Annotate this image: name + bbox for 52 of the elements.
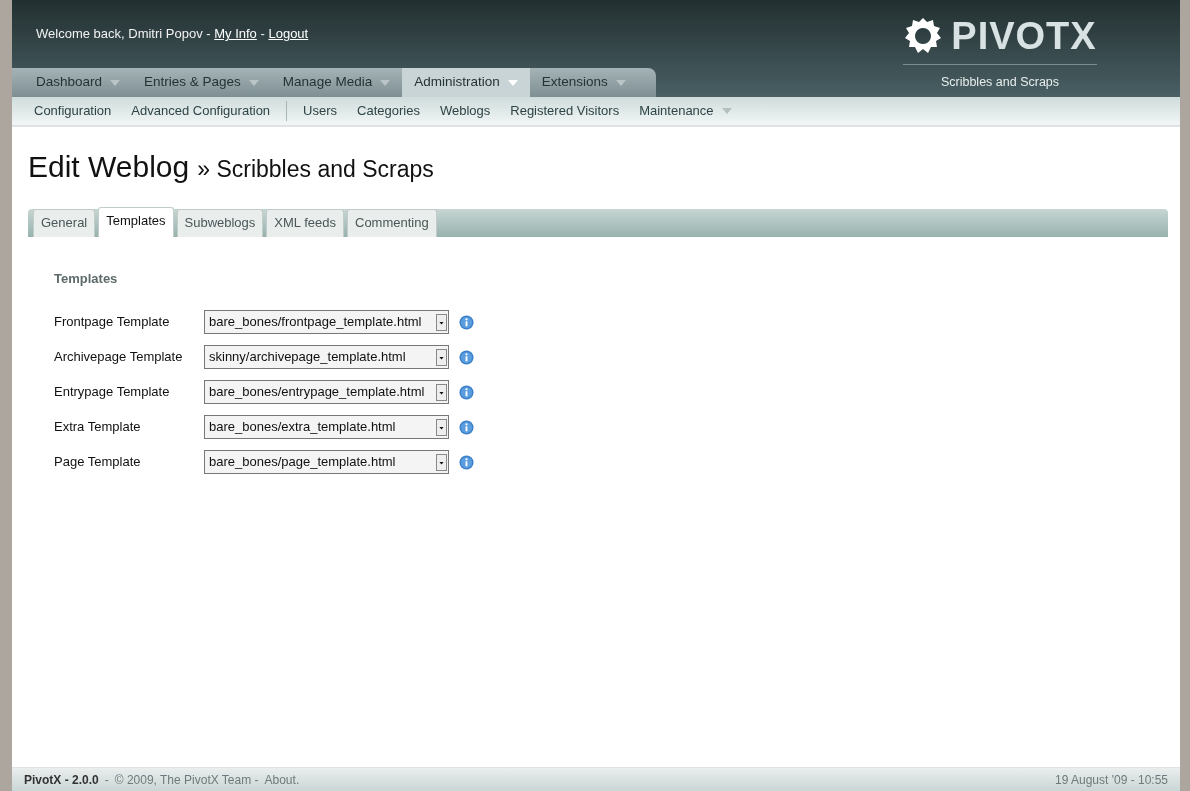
sub-nav-link[interactable]: Weblogs: [429, 101, 501, 121]
version-text: PivotX - 2.0.0: [24, 771, 99, 789]
template-select[interactable]: skinny/archivepage_template.html: [204, 345, 449, 369]
dropdown-arrow-icon: [615, 79, 626, 86]
dropdown-arrow-icon: [721, 108, 732, 114]
template-select[interactable]: bare_bones/page_template.html: [204, 450, 449, 474]
dropdown-arrow-icon: [248, 79, 259, 86]
welcome-text: Welcome back, Dmitri Popov -: [36, 26, 211, 41]
separator-text: -: [104, 771, 109, 789]
sub-nav-link[interactable]: Maintenance: [629, 101, 742, 121]
separator-text: -: [260, 26, 265, 41]
nav-tab[interactable]: Extensions: [529, 68, 638, 97]
field-label: Entrypage Template: [54, 383, 171, 402]
sub-nav-link[interactable]: Advanced Configuration: [121, 101, 288, 121]
page-title: Edit Weblog: [28, 149, 190, 185]
info-icon[interactable]: [459, 385, 474, 401]
sub-nav-link[interactable]: Users: [293, 101, 348, 121]
field-label: Frontpage Template: [54, 313, 171, 332]
nav-tab[interactable]: Administration: [402, 68, 530, 97]
date-text: 19 August '09 - 10:55: [1054, 771, 1168, 789]
field-label: Page Template: [54, 453, 142, 472]
page-subtitle: » Scribbles and Scraps: [197, 155, 434, 184]
dropdown-arrow-icon: [507, 79, 518, 86]
my-info-link[interactable]: My Info: [214, 26, 257, 41]
sub-nav-link[interactable]: Registered Visitors: [500, 101, 630, 121]
logout-link[interactable]: Logout: [268, 26, 309, 41]
nav-tab[interactable]: Entries & Pages: [132, 68, 271, 97]
nav-tab[interactable]: Manage Media: [270, 68, 403, 97]
tab[interactable]: XML feeds: [266, 209, 344, 237]
sub-nav-link[interactable]: Categories: [347, 101, 430, 121]
tab[interactable]: Commenting: [347, 209, 437, 237]
info-icon[interactable]: [459, 455, 474, 471]
field-label: Extra Template: [54, 418, 142, 437]
dropdown-arrow-icon: [110, 79, 121, 86]
tab[interactable]: Templates: [98, 207, 174, 237]
dropdown-arrow-icon: [380, 79, 391, 86]
template-select[interactable]: bare_bones/frontpage_template.html: [204, 310, 449, 334]
info-icon[interactable]: [459, 350, 474, 366]
info-icon[interactable]: [459, 315, 474, 331]
site-name: Scribbles and Scraps: [940, 74, 1060, 91]
copyright-text: © 2009, The PivotX Team -: [114, 771, 259, 789]
sub-nav-link[interactable]: Configuration: [24, 101, 122, 121]
template-select[interactable]: bare_bones/entrypage_template.html: [204, 380, 449, 404]
section-title: Templates: [54, 269, 119, 288]
logo-text: PIVOTX: [951, 17, 1097, 55]
template-select[interactable]: bare_bones/extra_template.html: [204, 415, 449, 439]
logo-icon: [903, 16, 944, 56]
field-label: Archivepage Template: [54, 348, 184, 367]
tab[interactable]: General: [33, 209, 96, 237]
tab[interactable]: Subweblogs: [176, 209, 264, 237]
info-icon[interactable]: [459, 420, 474, 436]
nav-tab[interactable]: Dashboard: [24, 68, 133, 97]
